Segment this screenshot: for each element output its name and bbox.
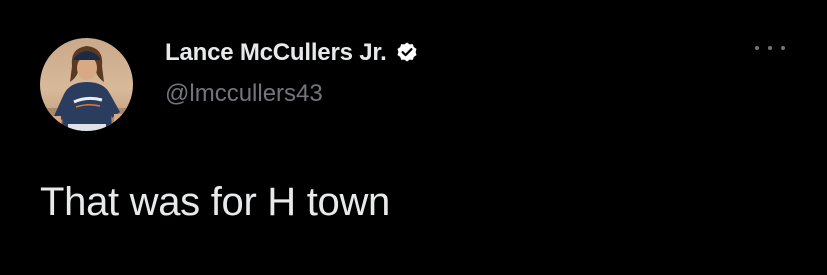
more-options-icon[interactable] [755, 38, 785, 58]
author-avatar[interactable] [40, 38, 133, 131]
more-dot [768, 46, 772, 50]
tweet-text: That was for H town [40, 180, 390, 224]
profile-photo-icon [40, 38, 133, 131]
author-name-row[interactable]: Lance McCullers Jr. [165, 38, 419, 68]
tweet-card: Lance McCullers Jr. @lmccullers43 That w… [0, 0, 827, 275]
author-display-name[interactable]: Lance McCullers Jr. [165, 39, 387, 67]
verified-badge-icon [395, 41, 419, 65]
author-handle[interactable]: @lmccullers43 [165, 80, 323, 108]
more-dot [781, 46, 785, 50]
more-dot [755, 46, 759, 50]
